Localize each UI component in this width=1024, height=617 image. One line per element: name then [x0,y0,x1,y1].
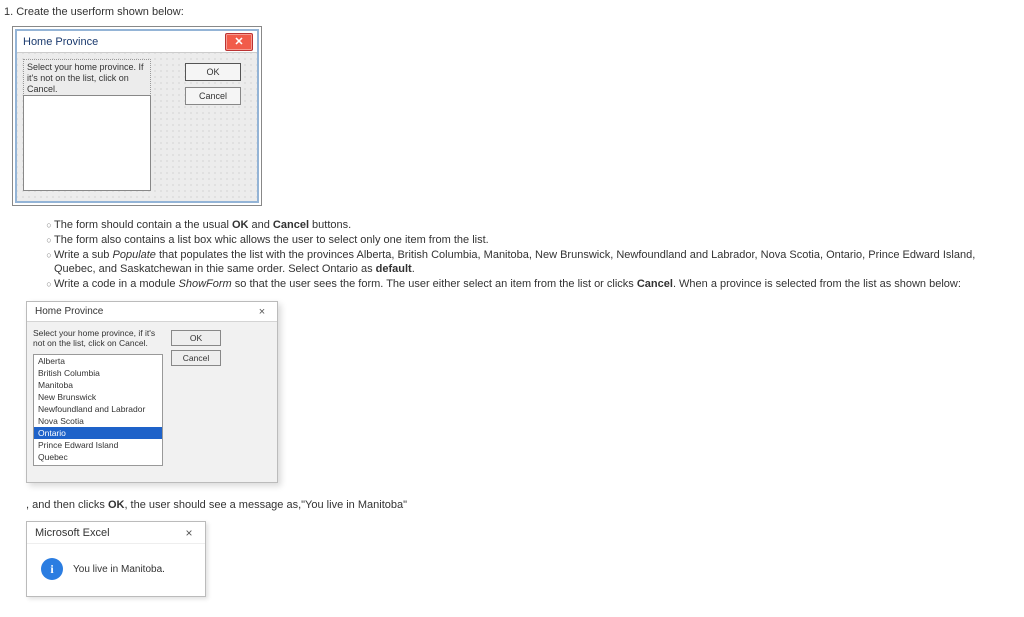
question-heading: 1. Create the userform shown below: [4,6,1014,18]
text-bold: Cancel [637,278,673,290]
close-icon[interactable]: ✕ [225,33,253,51]
text: buttons. [309,219,351,231]
text: , and then clicks [26,499,108,511]
msgbox-title: Microsoft Excel [35,527,179,539]
designer-instruction-label: Select your home province. If it's not o… [23,59,151,98]
bullet-icon: ○ [44,277,54,291]
text-bold: OK [232,219,249,231]
bullet-icon: ○ [44,248,54,262]
close-icon[interactable]: × [251,304,273,320]
list-item[interactable]: Newfoundland and Labrador [34,403,162,415]
msgbox-body: i You live in Manitoba. [27,544,205,596]
list-item[interactable]: Alberta [34,355,162,367]
list-item[interactable]: Nova Scotia [34,415,162,427]
text: Write a sub [54,249,113,261]
list-item[interactable]: Prince Edward Island [34,439,162,451]
list-item[interactable]: Ontario [34,427,162,439]
list-item: ○ The form also contains a list box whic… [44,233,1014,247]
runtime-instruction-label: Select your home province, if it's not o… [33,328,163,348]
bullet-icon: ○ [44,233,54,247]
list-item: ○ The form should contain a the usual OK… [44,218,1014,232]
text: . [412,263,415,275]
list-item: ○ Write a sub Populate that populates th… [44,248,1014,276]
text-bold: default [376,263,412,275]
runtime-userform: Home Province × Select your home provinc… [26,301,278,483]
runtime-body: Select your home province, if it's not o… [27,322,277,482]
close-icon[interactable]: × [179,526,199,540]
list-item[interactable]: British Columbia [34,367,162,379]
list-item[interactable]: Manitoba [34,379,162,391]
cancel-button[interactable]: Cancel [171,350,221,366]
interstitial-text: , and then clicks OK, the user should se… [26,499,1014,511]
text: so that the user sees the form. The user… [232,278,637,290]
ok-button[interactable]: OK [185,63,241,81]
list-item: ○ Write a code in a module ShowForm so t… [44,277,1014,291]
runtime-title: Home Province [35,306,251,317]
province-listbox[interactable]: AlbertaBritish ColumbiaManitobaNew Bruns… [33,354,163,466]
msgbox-text: You live in Manitoba. [73,564,165,575]
text-italic: ShowForm [179,278,232,290]
text: The form also contains a list box whic a… [54,233,1014,247]
cancel-button[interactable]: Cancel [185,87,241,105]
message-box: Microsoft Excel × i You live in Manitoba… [26,521,206,597]
ok-button[interactable]: OK [171,330,221,346]
list-item[interactable]: Saskatchewan [34,463,162,466]
text-italic: Populate [113,249,156,261]
text: , the user should see a message as,"You … [124,499,407,511]
designer-userform: Home Province ✕ Select your home provinc… [12,26,262,206]
runtime-titlebar: Home Province × [27,302,277,322]
text: The form should contain a the usual [54,219,232,231]
designer-body: Select your home province. If it's not o… [17,53,257,201]
text-bold: Cancel [273,219,309,231]
text-bold: OK [108,499,125,511]
designer-listbox[interactable] [23,95,151,191]
text: Write a code in a module [54,278,179,290]
info-icon: i [41,558,63,580]
text: and [248,219,272,231]
list-item[interactable]: Quebec [34,451,162,463]
list-item[interactable]: New Brunswick [34,391,162,403]
msgbox-titlebar: Microsoft Excel × [27,522,205,544]
designer-title: Home Province [23,36,201,48]
text: that populates the list with the provinc… [54,249,975,275]
bullet-icon: ○ [44,218,54,232]
text: . When a province is selected from the l… [673,278,961,290]
designer-titlebar: Home Province ✕ [17,31,257,53]
requirements-list: ○ The form should contain a the usual OK… [44,218,1014,291]
